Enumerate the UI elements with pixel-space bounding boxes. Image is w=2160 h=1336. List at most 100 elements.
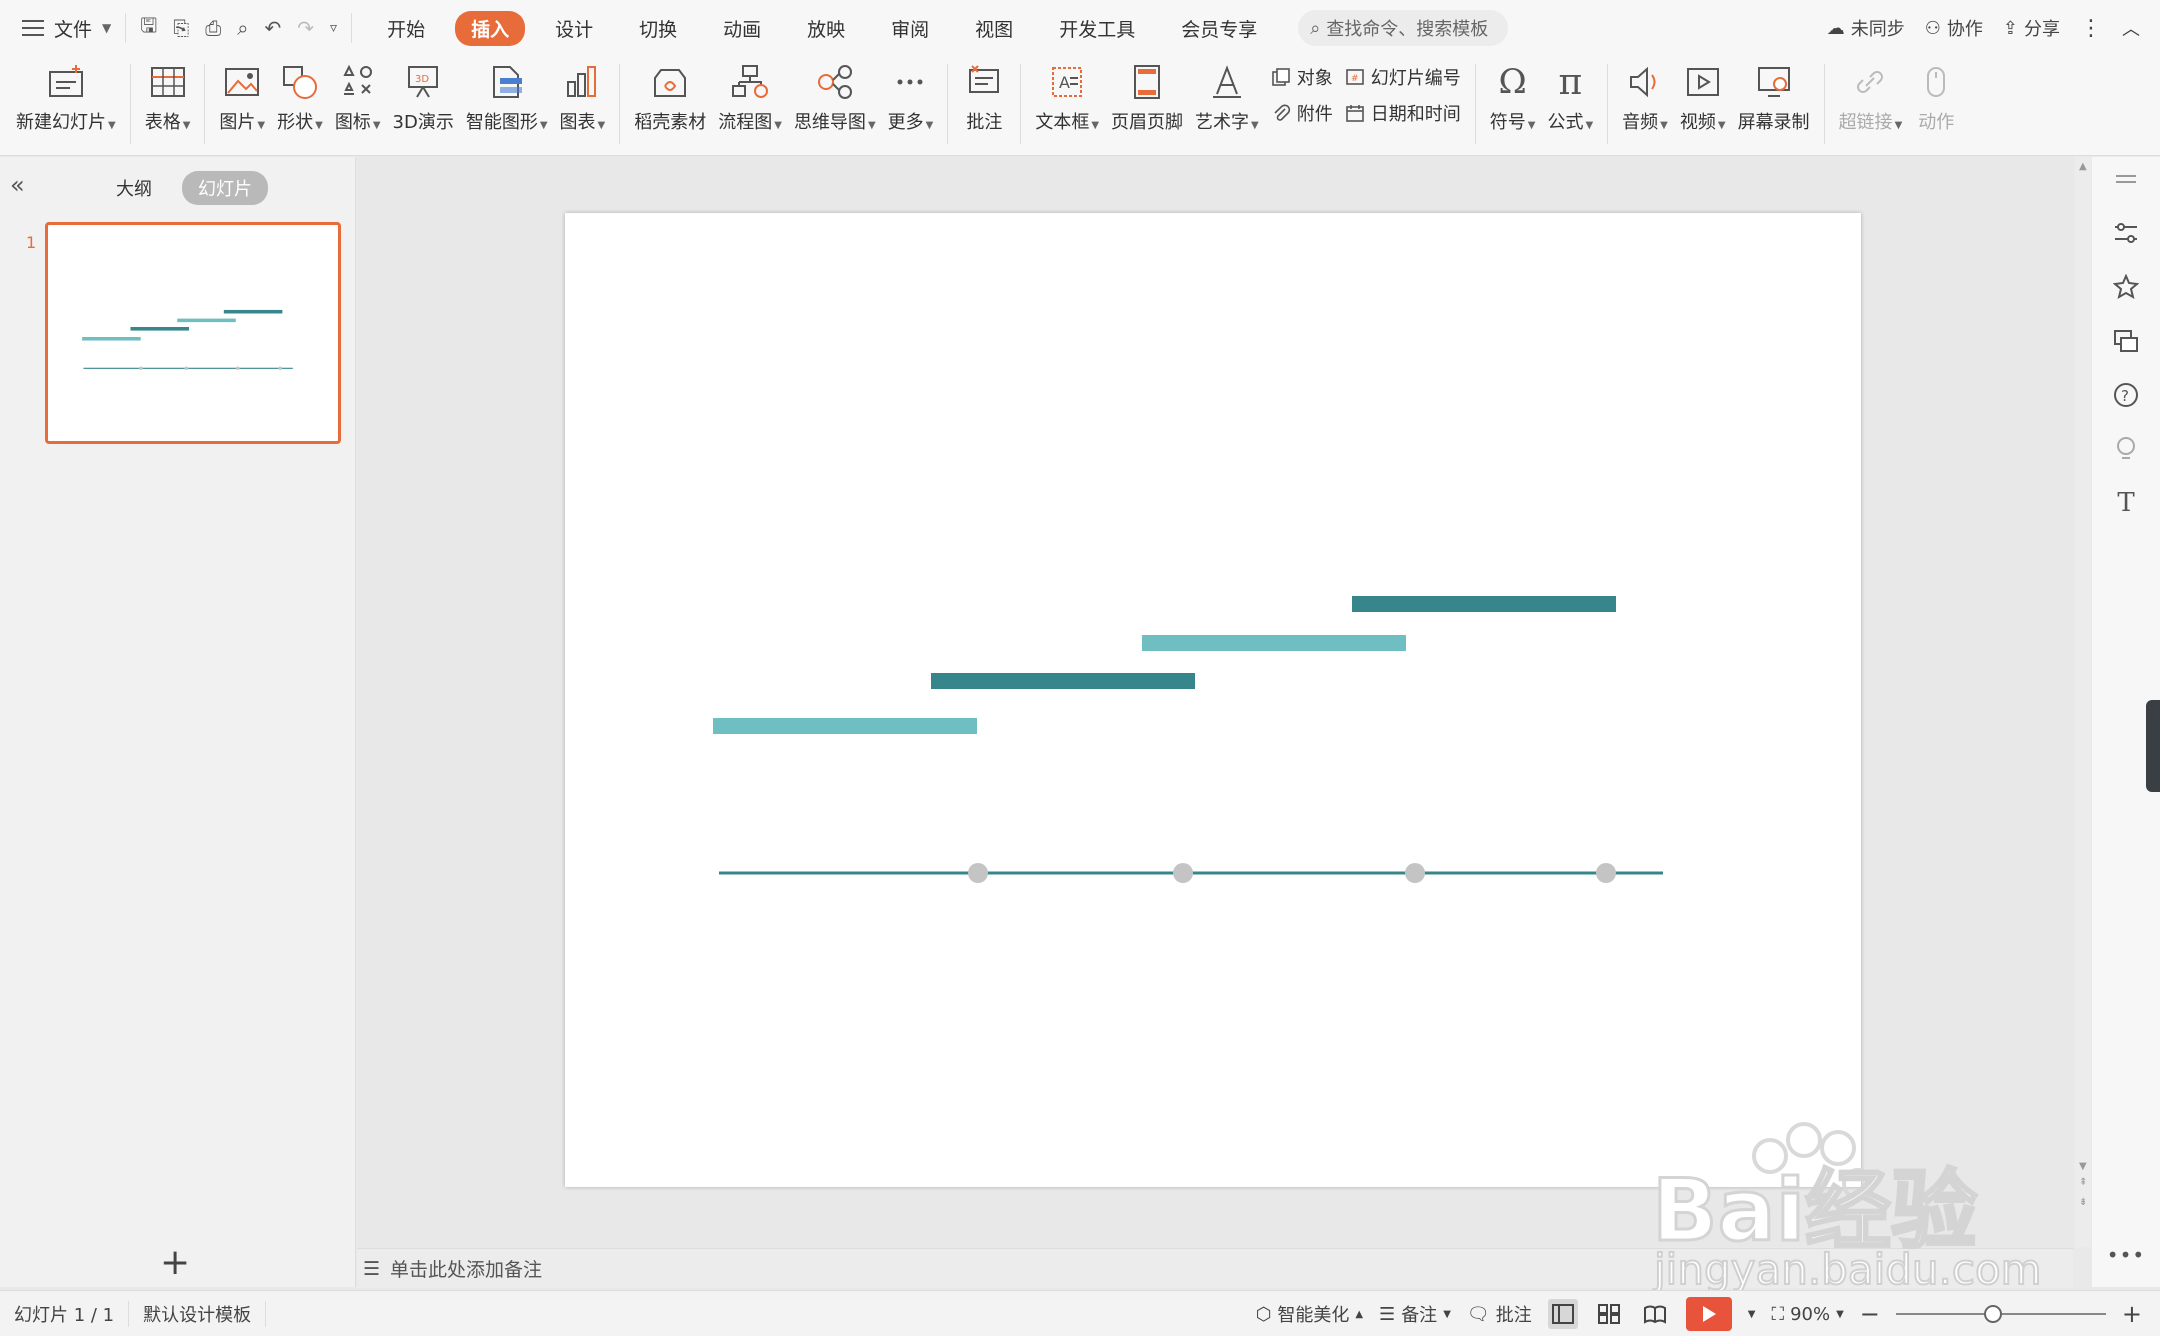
collapse-panel-icon[interactable]: « [10,171,25,199]
next-slide-icon[interactable]: ⇟ [2079,1197,2087,1208]
header-footer-icon [1125,60,1169,104]
flowchart-button[interactable]: 流程图 ▼ [712,56,788,134]
header-footer-button[interactable]: 页眉页脚 [1105,56,1189,134]
tab-outline[interactable]: 大纲 [100,171,168,205]
new-slide-button[interactable]: 新建幻灯片 ▼ [10,56,122,134]
print-preview-icon[interactable]: ⌕ [237,16,248,40]
smart-beautify-button[interactable]: ⬡ 智能美化 ▲ [1256,1301,1363,1327]
wordart-label: 艺术字 [1195,112,1250,133]
scroll-up-icon[interactable]: ▲ [2079,161,2087,172]
smartart-button[interactable]: 智能图形 ▼ [460,56,554,134]
comment-button[interactable]: 批注 [956,56,1012,134]
slide-number-label: 幻灯片编号 [1370,68,1461,89]
tab-design[interactable]: 设计 [539,11,609,46]
icon-library-button[interactable]: 图标 ▼ [329,56,387,134]
slide-number-button[interactable]: # 幻灯片编号 [1345,64,1461,90]
zoom-in-icon[interactable]: + [2122,1300,2142,1328]
slide-sorter-button[interactable] [1594,1299,1624,1329]
previous-slide-icon[interactable]: ⇞ [2079,1177,2087,1188]
redo-icon[interactable]: ↷ [297,16,314,40]
video-button[interactable]: 视频 ▼ [1674,56,1732,134]
audio-label: 音频 [1622,112,1659,133]
command-search[interactable]: ⌕ 查找命令、搜索模板 [1298,10,1509,46]
object-button[interactable]: 对象 [1271,64,1333,90]
zoom-fit-button[interactable]: ⛶ 90% ▼ [1771,1304,1843,1325]
collaborate-button[interactable]: ⚇ 协作 [1925,15,1983,41]
add-slide-button[interactable]: + [160,1242,190,1283]
undo-icon[interactable]: ↶ [265,16,282,40]
comments-toggle-button[interactable]: 🗨 批注 [1467,1301,1532,1327]
tab-slideshow[interactable]: 放映 [791,11,861,46]
print-icon[interactable]: ⎙ [205,16,221,40]
save-icon[interactable]: 🖫 [140,11,157,45]
wordart-button[interactable]: 艺术字 ▼ [1189,56,1265,134]
tab-insert[interactable]: 插入 [455,10,526,46]
docer-material-button[interactable]: 稻壳素材 [628,56,712,134]
help-icon[interactable]: ? [2111,381,2141,409]
timeline-bar-4 [1352,596,1616,612]
side-drawer-handle[interactable] [2146,700,2160,792]
tab-animations[interactable]: 动画 [707,11,777,46]
notes-toggle-button[interactable]: ☰ 备注 ▼ [1379,1301,1451,1327]
3d-demo-button[interactable]: 3D 3D演示 [387,56,460,134]
properties-icon[interactable] [2111,219,2141,247]
mindmap-button[interactable]: 思维导图 ▼ [788,56,882,134]
tab-transitions[interactable]: 切换 [623,11,693,46]
screen-record-icon [1752,60,1796,104]
tab-developer[interactable]: 开发工具 [1043,11,1151,46]
formula-button[interactable]: π 公式 ▼ [1541,56,1599,134]
tab-member[interactable]: 会员专享 [1165,11,1273,46]
tab-review[interactable]: 审阅 [875,11,945,46]
animation-pane-icon[interactable] [2111,273,2141,301]
slideshow-options-icon[interactable]: ▼ [1748,1309,1756,1320]
picture-icon [220,60,264,104]
more-button[interactable]: 更多 ▼ [882,56,940,134]
screen-record-button[interactable]: 屏幕录制 [1732,56,1816,134]
slide-thumbnail-preview [82,309,293,371]
sync-button[interactable]: ☁ 未同步 [1827,15,1905,41]
format-painter-icon[interactable]: ⎘ [173,16,189,40]
share-button[interactable]: ⇪ 分享 [2003,15,2060,41]
symbol-button[interactable]: Ω 符号 ▼ [1484,56,1542,134]
audio-button[interactable]: 音频 ▼ [1616,56,1674,134]
book-icon [1643,1305,1666,1324]
lightbulb-icon[interactable] [2111,435,2141,463]
collapse-ribbon-icon[interactable]: ︿ [2122,15,2140,41]
zoom-slider-knob[interactable] [1983,1305,2002,1323]
notes-area[interactable]: ☰ 单击此处添加备注 [357,1248,2073,1288]
drag-handle-icon[interactable] [2111,165,2141,193]
scroll-down-icon[interactable]: ▼ [2079,1161,2087,1172]
reading-view-button[interactable] [1640,1299,1670,1329]
formula-label: 公式 [1547,112,1584,133]
table-button[interactable]: 表格 ▼ [139,56,197,134]
wps-presentation-window: 文件 ▼ 🖫 ⎘ ⎙ ⌕ ↶ ↷ ▿ 开始 插入 设计 切换 动画 放映 审阅 … [0,0,2160,1336]
slide-canvas[interactable] [565,213,1861,1187]
slide-transition-icon[interactable] [2111,327,2141,355]
more-options-icon[interactable]: ⋮ [2080,16,2102,41]
zoom-out-icon[interactable]: − [1860,1300,1880,1328]
slide-number-group: # 幻灯片编号 日期和时间 [1345,56,1461,126]
textbox-button[interactable]: A 文本框 ▼ [1029,56,1105,134]
tab-slides[interactable]: 幻灯片 [182,171,268,205]
picture-button[interactable]: 图片 ▼ [213,56,271,134]
tab-view[interactable]: 视图 [959,11,1029,46]
normal-view-button[interactable] [1547,1299,1578,1329]
file-menu[interactable]: 文件 ▼ [0,8,125,48]
zoom-slider[interactable] [1895,1305,2106,1323]
share-label: 分享 [2024,19,2060,40]
slide-thumbnail[interactable] [45,222,341,444]
datetime-button[interactable]: 日期和时间 [1345,100,1461,126]
design-template-name[interactable]: 默认设计模板 [129,1300,267,1327]
text-format-icon[interactable]: T [2111,488,2141,518]
shape-button[interactable]: 形状 ▼ [271,56,329,134]
search-icon: ⌕ [1310,17,1321,39]
customize-toolbar-icon[interactable]: ▿ [330,20,337,36]
chart-button[interactable]: 图表 ▼ [554,56,612,134]
vertical-scrollbar[interactable]: ▲ ▼ ⇞ ⇟ [2075,157,2091,1247]
play-slideshow-button[interactable] [1685,1297,1732,1331]
tab-home[interactable]: 开始 [371,11,441,46]
more-dots-icon[interactable]: ••• [2107,1243,2145,1267]
slide-position-indicator: 幻灯片 1 / 1 [0,1300,130,1327]
action-label: 动作 [1918,112,1955,133]
attachment-button[interactable]: 附件 [1271,100,1333,126]
